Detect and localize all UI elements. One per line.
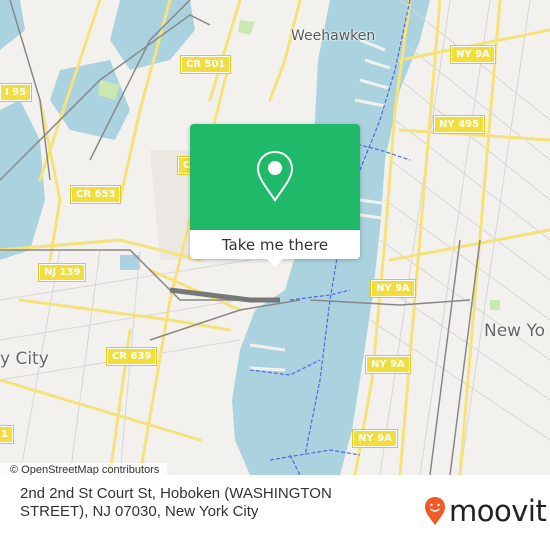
map-pin-icon [256,150,294,202]
moovit-pin-icon [425,497,445,525]
address-line-1: 2nd 2nd St Court St, Hoboken (WASHINGTON [20,485,332,502]
moovit-wordmark: moovit [449,494,547,528]
take-me-there-button[interactable]: Take me there [190,230,360,259]
place-label-new-york: New Yo [484,321,546,341]
place-label-jersey-city: y City [0,349,49,369]
route-shield-cr501: CR 501 [179,55,232,74]
route-shield-ny9a: NY 9A [370,279,416,298]
route-shield-ny495: NY 495 [433,115,485,134]
map-attribution[interactable]: © OpenStreetMap contributors [0,463,168,475]
route-shield-cr639: CR 639 [105,347,158,366]
route-shield-ny9a: NY 9A [365,355,411,374]
popup-pointer [267,259,283,267]
route-shield-ny9a: NY 9A [450,45,496,64]
map-view[interactable]: Weehawken New Yo y City CR 501 I 95 CR 6… [0,0,550,475]
place-label-weehawken: Weehawken [291,28,376,44]
address-text: 2nd 2nd St Court St, Hoboken (WASHINGTON… [20,485,360,521]
route-shield-nj139: NJ 139 [37,263,87,282]
address-line-2: STREET), NJ 07030, New York City [20,503,259,520]
route-shield-i95: I 95 [0,83,33,102]
route-shield-partial: 1 [0,425,14,444]
popup-header [190,124,360,230]
attribution-text: © OpenStreetMap contributors [10,464,160,475]
moovit-logo[interactable]: moovit [424,494,547,528]
route-shield-cr653: CR 653 [69,185,122,204]
route-shield-ny9a: NY 9A [352,429,398,448]
location-popup: Take me there [190,124,360,267]
